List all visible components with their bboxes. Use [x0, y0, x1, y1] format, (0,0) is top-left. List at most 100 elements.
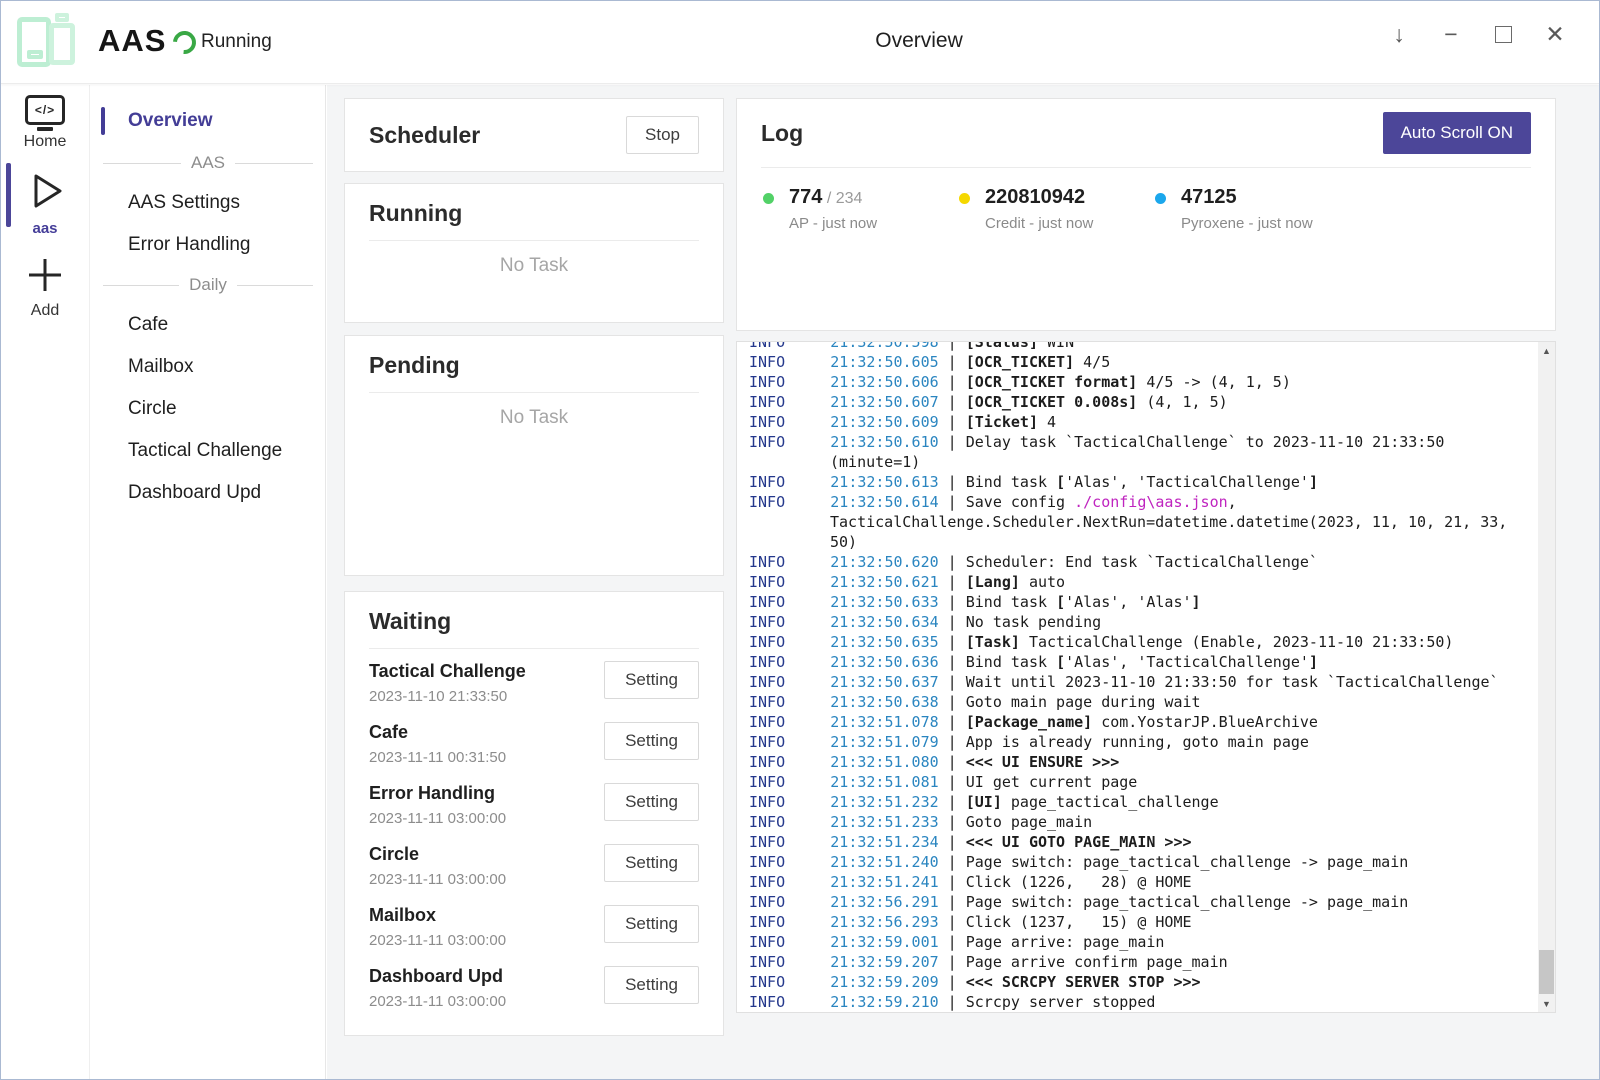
sidebar-item-mailbox[interactable]: Mailbox	[91, 346, 325, 388]
log-entry: INFO 21:32:56.291 | Page switch: page_ta…	[749, 892, 1509, 912]
log-message-part: (4, 1, 5)	[1137, 393, 1227, 411]
close-icon: ✕	[1545, 21, 1564, 48]
sidebar-group-divider: Daily	[91, 266, 325, 304]
log-entry: INFO 21:32:59.210 | Scrcpy server stoppe…	[749, 992, 1509, 1012]
sidebar-item-circle[interactable]: Circle	[91, 388, 325, 430]
log-time: 21:32:51.233	[830, 813, 938, 831]
active-nav-indicator	[6, 163, 11, 227]
log-time: 21:32:51.081	[830, 773, 938, 791]
running-spinner-icon	[168, 26, 200, 58]
nav-item-add[interactable]: Add	[1, 245, 89, 328]
waiting-task-name: Tactical Challenge	[369, 661, 526, 682]
log-entries: INFO 21:32:50.598 | [Status] WININFO 21:…	[749, 341, 1509, 1012]
log-entry: INFO 21:32:50.613 | Bind task ['Alas', '…	[749, 472, 1509, 492]
log-level: INFO	[749, 693, 785, 711]
log-time: 21:32:51.234	[830, 833, 938, 851]
task-setting-button[interactable]: Setting	[604, 722, 699, 760]
log-time: 21:32:50.638	[830, 693, 938, 711]
log-entry: INFO 21:32:50.606 | [OCR_TICKET format] …	[749, 372, 1509, 392]
log-entry: INFO 21:32:50.638 | Goto main page durin…	[749, 692, 1509, 712]
waiting-card: Waiting Tactical Challenge2023-11-10 21:…	[344, 591, 724, 1036]
minimize-button[interactable]: −	[1425, 11, 1477, 57]
task-setting-button[interactable]: Setting	[604, 783, 699, 821]
log-message-part: [OCR_TICKET 0.008s]	[966, 393, 1138, 411]
task-setting-button[interactable]: Setting	[604, 966, 699, 1004]
log-message-part: Page switch: page_tactical_challenge -> …	[966, 853, 1409, 871]
scroll-down-icon[interactable]: ▼	[1538, 995, 1555, 1012]
log-entry: INFO 21:32:50.635 | [Task] TacticalChall…	[749, 632, 1509, 652]
log-level: INFO	[749, 473, 785, 491]
scheduler-title: Scheduler	[369, 122, 480, 149]
log-message-part: [Lang]	[966, 573, 1020, 591]
log-time: 21:32:59.209	[830, 973, 938, 991]
scrollbar-thumb[interactable]	[1539, 950, 1554, 994]
pending-empty-text: No Task	[369, 407, 699, 429]
stat-dot-icon	[959, 193, 970, 204]
log-level: INFO	[749, 833, 785, 851]
maximize-button[interactable]	[1477, 11, 1529, 57]
log-level: INFO	[749, 933, 785, 951]
stat-suffix: / 234	[822, 190, 862, 207]
task-setting-button[interactable]: Setting	[604, 844, 699, 882]
log-message-part: <<< UI ENSURE >>>	[966, 753, 1120, 771]
sidebar-item-aas-settings[interactable]: AAS Settings	[91, 182, 325, 224]
window-controls: ↓ − ✕	[1373, 11, 1581, 57]
log-time: 21:32:59.001	[830, 933, 938, 951]
auto-scroll-toggle-button[interactable]: Auto Scroll ON	[1383, 112, 1531, 154]
log-time: 21:32:50.635	[830, 633, 938, 651]
log-entry: INFO 21:32:51.080 | <<< UI ENSURE >>>	[749, 752, 1509, 772]
sidebar-item-dashboard-upd[interactable]: Dashboard Upd	[91, 472, 325, 514]
log-message-part: Click (1226, 28) @ HOME	[966, 873, 1192, 891]
scroll-up-icon[interactable]: ▲	[1538, 342, 1555, 359]
log-message-part: Goto page_main	[966, 813, 1092, 831]
log-message-part: <<< UI GOTO PAGE_MAIN >>>	[966, 833, 1192, 851]
nav-item-home[interactable]: </> Home	[1, 85, 89, 159]
log-entry: INFO 21:32:59.209 | <<< SCRCPY SERVER ST…	[749, 972, 1509, 992]
waiting-task-name: Circle	[369, 844, 506, 865]
running-card: Running No Task	[344, 183, 724, 323]
log-message-part: [	[1056, 473, 1065, 491]
log-message-part: Scheduler: End task `TacticalChallenge`	[966, 553, 1318, 571]
sidebar-item-cafe[interactable]: Cafe	[91, 304, 325, 346]
hide-button[interactable]: ↓	[1373, 11, 1425, 57]
stat-label: AP - just now	[789, 215, 877, 232]
waiting-task-row: Tactical Challenge 2023-11-10 21:33:50 Set…	[369, 661, 699, 712]
log-entry: INFO 21:32:50.605 | [OCR_TICKET] 4/5	[749, 352, 1509, 372]
sidebar-item-overview[interactable]: Overview	[91, 98, 325, 144]
waiting-task-next-run: 2023-11-10 21:33:50	[369, 688, 526, 705]
hide-icon: ↓	[1393, 21, 1405, 48]
sidebar-item-error-handling[interactable]: Error Handling	[91, 224, 325, 266]
log-level: INFO	[749, 893, 785, 911]
log-scrollbar[interactable]: ▲ ▼	[1538, 342, 1555, 1012]
log-level: INFO	[749, 393, 785, 411]
log-time: 21:32:50.637	[830, 673, 938, 691]
log-entry: INFO 21:32:50.609 | [Ticket] 4	[749, 412, 1509, 432]
log-entry: INFO 21:32:51.241 | Click (1226, 28) @ H…	[749, 872, 1509, 892]
waiting-task-name: Dashboard Upd	[369, 966, 506, 987]
sidebar-item-tactical-challenge[interactable]: Tactical Challenge	[91, 430, 325, 472]
stat-label: Credit - just now	[985, 215, 1093, 232]
app-logo-icon	[9, 8, 83, 74]
log-message-part: No task pending	[966, 613, 1101, 631]
waiting-task-name: Cafe	[369, 722, 506, 743]
stat-text: 774 / 234AP - just now	[789, 186, 877, 232]
log-time: 21:32:50.613	[830, 473, 938, 491]
close-button[interactable]: ✕	[1529, 11, 1581, 57]
log-message-part: <<< SCRCPY SERVER STOP >>>	[966, 973, 1201, 991]
log-entry: INFO 21:32:50.621 | [Lang] auto	[749, 572, 1509, 592]
log-message-part: [OCR_TICKET format]	[966, 373, 1138, 391]
log-entry: INFO 21:32:50.598 | [Status] WIN	[749, 341, 1509, 352]
log-message-part: ]	[1309, 473, 1318, 491]
log-entry: INFO 21:32:51.232 | [UI] page_tactical_c…	[749, 792, 1509, 812]
home-icon: </>	[1, 95, 89, 131]
nav-item-aas[interactable]: aas	[1, 159, 89, 245]
task-setting-button[interactable]: Setting	[604, 905, 699, 943]
log-message-part: Bind task	[966, 473, 1056, 491]
log-level: INFO	[749, 993, 785, 1011]
stat-value-line: 220810942	[985, 186, 1093, 209]
log-viewer[interactable]: INFO 21:32:50.598 | [Status] WININFO 21:…	[736, 341, 1556, 1013]
waiting-task-row: Mailbox2023-11-11 03:00:00Setting	[369, 905, 699, 956]
scheduler-stop-button[interactable]: Stop	[626, 116, 699, 154]
waiting-task-info: Error Handling2023-11-11 03:00:00	[369, 783, 506, 827]
task-setting-button[interactable]: Setting	[604, 661, 699, 699]
